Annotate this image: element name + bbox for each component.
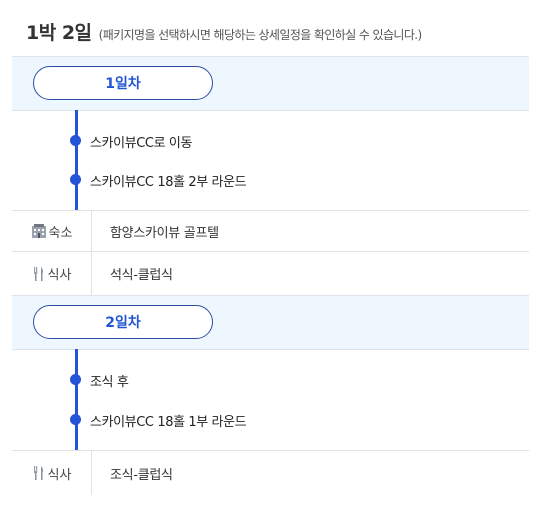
hotel-icon (31, 224, 46, 238)
meal-value: 조식-클럽식 (110, 467, 173, 483)
utensils-icon (33, 266, 43, 281)
timeline-dot (70, 414, 81, 425)
lodging-value: 함양스카이뷰 골프텔 (110, 225, 219, 241)
timeline-dot (70, 174, 81, 185)
day-2-tab[interactable]: 2일차 (33, 305, 213, 339)
itinerary-header: 1박 2일 (패키지명을 선택하시면 해당하는 상세일정을 확인하실 수 있습니… (26, 18, 422, 45)
timeline-line (75, 349, 78, 450)
day-1-tab[interactable]: 1일차 (33, 66, 213, 100)
meal-label: 식사 (12, 451, 92, 495)
timeline-line (75, 110, 78, 210)
timeline-item: 조식 후 (12, 370, 529, 390)
timeline-item-text: 스카이뷰CC 18홀 2부 라운드 (90, 175, 247, 190)
schedule-guide-text: (패키지명을 선택하시면 해당하는 상세일정을 확인하실 수 있습니다.) (98, 28, 423, 42)
meal-label-text: 식사 (47, 268, 72, 283)
lodging-label-text: 숙소 (48, 225, 73, 241)
lodging-row: 숙소 함양스카이뷰 골프텔 (12, 210, 529, 251)
lodging-label: 숙소 (12, 211, 92, 251)
timeline-item-text: 조식 후 (90, 375, 129, 390)
meal-label-text: 식사 (47, 467, 72, 483)
timeline-item: 스카이뷰CC 18홀 1부 라운드 (12, 410, 529, 430)
meal-row: 식사 석식-클럽식 (12, 251, 529, 295)
day-2-timeline: 조식 후 스카이뷰CC 18홀 1부 라운드 (12, 349, 529, 450)
trip-duration: 1박 2일 (26, 22, 92, 44)
meal-value: 석식-클럽식 (110, 268, 173, 283)
utensils-icon (33, 466, 43, 480)
timeline-item: 스카이뷰CC로 이동 (12, 131, 529, 151)
day-header-1: 1일차 (12, 56, 529, 111)
timeline-dot (70, 374, 81, 385)
timeline-item: 스카이뷰CC 18홀 2부 라운드 (12, 170, 529, 190)
timeline-item-text: 스카이뷰CC로 이동 (90, 136, 193, 151)
meal-row: 식사 조식-클럽식 (12, 450, 529, 495)
day-1-timeline: 스카이뷰CC로 이동 스카이뷰CC 18홀 2부 라운드 (12, 110, 529, 210)
timeline-dot (70, 135, 81, 146)
timeline-item-text: 스카이뷰CC 18홀 1부 라운드 (90, 415, 247, 430)
meal-label: 식사 (12, 252, 92, 295)
day-header-2: 2일차 (12, 295, 529, 350)
